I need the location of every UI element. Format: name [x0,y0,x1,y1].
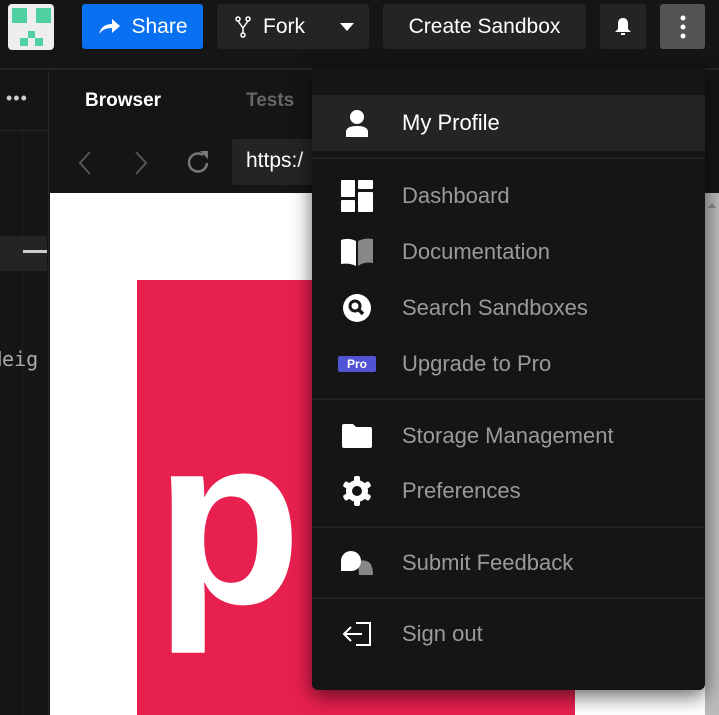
back-icon[interactable] [77,150,93,176]
chevron-down-icon[interactable] [340,22,354,31]
create-sandbox-button[interactable]: Create Sandbox [383,4,586,49]
more-options-icon[interactable]: ••• [6,88,28,109]
menu-item-sign-out[interactable]: Sign out [312,606,705,662]
scrollbar[interactable] [705,193,719,715]
account-menu: My Profile Dashboard Documentation Searc… [312,68,705,690]
menu-item-label: Documentation [402,239,550,264]
sign-out-icon [342,622,371,646]
menu-item-label: Dashboard [402,183,510,208]
reload-icon[interactable] [186,150,212,176]
menu-item-documentation[interactable]: Documentation [312,224,705,280]
share-label: Share [131,14,188,38]
preview-logo-letter: p [155,386,302,654]
editor-line-highlight [0,236,47,271]
fork-label: Fork [263,14,305,38]
fork-icon [235,15,251,38]
menu-item-preferences[interactable]: Preferences [312,463,705,519]
menu-item-label: Search Sandboxes [402,295,588,320]
pro-badge-icon: Pro [337,356,376,372]
user-icon [346,110,368,137]
menu-item-label: Preferences [402,478,521,503]
share-button[interactable]: Share [82,4,203,49]
folder-icon [342,424,372,448]
menu-item-upgrade-to-pro[interactable]: Pro Upgrade to Pro [312,336,705,392]
menu-item-label: Upgrade to Pro [402,351,552,376]
bell-icon [615,17,631,35]
chat-bubbles-icon [341,551,373,575]
logo[interactable] [8,4,54,50]
search-icon [343,294,371,322]
create-sandbox-label: Create Sandbox [408,14,561,38]
menu-item-label: Sign out [402,621,483,646]
kebab-icon [680,15,685,38]
menu-item-storage-management[interactable]: Storage Management [312,408,705,464]
dashboard-icon [341,180,373,212]
notifications-button[interactable] [600,4,646,49]
tab-tests[interactable]: Tests [246,90,294,112]
more-menu-button[interactable] [660,4,705,49]
menu-item-label: Storage Management [402,423,614,448]
forward-icon[interactable] [133,150,149,176]
menu-item-dashboard[interactable]: Dashboard [312,168,705,224]
menu-item-submit-feedback[interactable]: Submit Feedback [312,535,705,591]
menu-item-search-sandboxes[interactable]: Search Sandboxes [312,280,705,336]
book-icon [341,238,373,266]
share-arrow-icon [99,18,121,34]
tab-browser[interactable]: Browser [85,90,161,112]
url-text: https:/ [246,149,304,172]
fork-button[interactable]: Fork [217,4,369,49]
menu-item-label: My Profile [402,110,500,135]
editor-code-text: Heig [0,347,39,371]
menu-item-label: Submit Feedback [402,550,574,575]
editor-panel: ••• Heig [0,70,49,715]
menu-item-my-profile[interactable]: My Profile [312,95,705,151]
gear-icon [343,476,371,506]
